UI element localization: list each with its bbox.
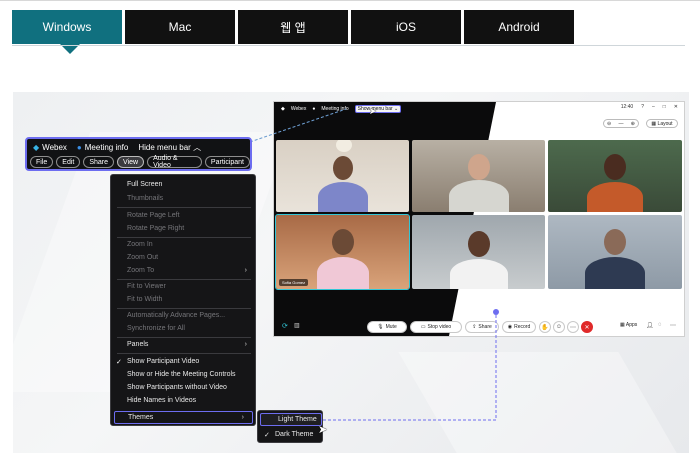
menu-edit[interactable]: Edit bbox=[56, 156, 81, 168]
menu-item-fit-to-width: Fit to Width bbox=[127, 296, 163, 303]
menu-item-hide-names[interactable]: Hide Names in Videos bbox=[111, 394, 255, 407]
menu-bar-buttons: File Edit Share View Audio & Video Parti… bbox=[30, 155, 250, 169]
menu-item-zoom-in: Zoom In bbox=[127, 241, 153, 248]
menu-file[interactable]: File bbox=[30, 156, 54, 168]
menu-item-panels[interactable]: Panels › bbox=[111, 338, 255, 351]
themes-submenu: Light Theme ✓ Dark Theme bbox=[257, 410, 323, 443]
theme-connector bbox=[323, 312, 497, 421]
connector-dot bbox=[493, 309, 499, 315]
cursor-icon: ➤ bbox=[318, 424, 328, 436]
menubar-connector bbox=[249, 108, 347, 143]
menu-bar-app-name: Webex bbox=[42, 143, 67, 152]
menu-item-auto-advance: Automatically Advance Pages... bbox=[127, 312, 226, 319]
menu-item-full-screen[interactable]: Full Screen bbox=[111, 178, 255, 191]
chevron-up-icon: ︿ bbox=[193, 143, 202, 152]
menu-participant[interactable]: Participant bbox=[204, 156, 250, 168]
menu-item-zoom-out: Zoom Out bbox=[127, 254, 159, 261]
menu-separator bbox=[117, 353, 251, 354]
menu-item-rotate-right: Rotate Page Right bbox=[127, 225, 185, 232]
menu-bar-callout: ◆ Webex ● Meeting info Hide menu bar ︿ F… bbox=[25, 137, 252, 171]
menu-item-rotate-left: Rotate Page Left bbox=[127, 212, 180, 219]
menu-separator bbox=[117, 207, 251, 208]
chevron-right-icon: › bbox=[241, 414, 244, 421]
menu-bar-header: ◆ Webex ● Meeting info Hide menu bar ︿ bbox=[33, 142, 201, 153]
checkmark-icon: ✓ bbox=[116, 358, 122, 366]
menu-view[interactable]: View bbox=[117, 156, 145, 168]
menu-item-show-participant-video[interactable]: ✓ Show Participant Video bbox=[111, 355, 255, 368]
info-icon: ● bbox=[76, 143, 82, 152]
menu-item-dark-theme[interactable]: ✓ Dark Theme bbox=[258, 428, 322, 441]
menu-item-show-without-video[interactable]: Show Participants without Video bbox=[111, 381, 255, 394]
callout-connectors bbox=[249, 108, 499, 421]
menu-item-light-theme[interactable]: Light Theme bbox=[260, 413, 322, 426]
menu-audio-video[interactable]: Audio & Video bbox=[147, 155, 202, 169]
menu-bar-meeting-info[interactable]: Meeting info bbox=[85, 143, 129, 152]
menu-item-fit-to-viewer: Fit to Viewer bbox=[127, 283, 166, 290]
webex-logo-icon: ◆ bbox=[33, 143, 40, 152]
chevron-right-icon: › bbox=[244, 267, 247, 274]
checkmark-icon: ✓ bbox=[264, 431, 270, 439]
menu-share[interactable]: Share bbox=[83, 156, 115, 168]
hide-menu-bar-button[interactable]: Hide menu bar ︿ bbox=[138, 142, 201, 153]
menu-item-synchronize: Synchronize for All bbox=[127, 325, 185, 332]
menu-item-show-hide-controls[interactable]: Show or Hide the Meeting Controls bbox=[111, 368, 255, 381]
chevron-right-icon: › bbox=[244, 341, 247, 348]
menu-item-thumbnails: Thumbnails bbox=[127, 195, 164, 202]
view-menu: Full Screen Thumbnails Rotate Page Left … bbox=[110, 174, 256, 426]
menu-item-themes[interactable]: Themes › bbox=[114, 411, 253, 424]
menu-item-zoom-to: Zoom To › bbox=[127, 267, 247, 274]
